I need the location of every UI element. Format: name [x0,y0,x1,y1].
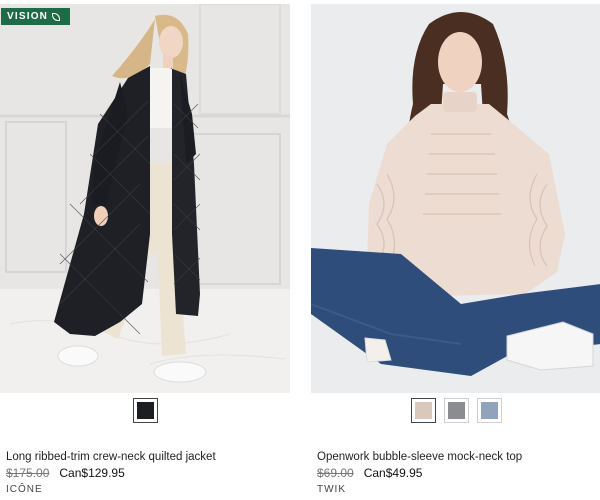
product-prices: $69.00 Can$49.95 [317,466,422,480]
vision-badge-label: VISION [7,11,49,22]
color-swatches [0,398,290,423]
product-image-quilted-jacket[interactable]: VISION [0,4,290,393]
swatch-fill [480,402,498,419]
color-swatch-grey[interactable] [443,398,469,423]
product-name[interactable]: Long ribbed-trim crew-neck quilted jacke… [6,451,216,463]
leaf-icon [52,12,61,21]
product-name[interactable]: Openwork bubble-sleeve mock-neck top [317,451,522,463]
color-swatch-black[interactable] [132,398,158,423]
original-price: $69.00 [317,466,354,480]
product-prices: $175.00 Can$129.95 [6,466,125,480]
product-brand[interactable]: ICÔNE [6,484,43,495]
color-swatch-blue[interactable] [476,398,502,423]
product-card-quilted-jacket[interactable]: VISION Long ribbed-trim crew-neck quilte… [0,0,290,500]
sale-price: Can$129.95 [59,466,125,480]
product-image-openwork-top[interactable] [311,4,600,393]
sale-price: Can$49.95 [363,466,423,480]
product-card-openwork-top[interactable]: Openwork bubble-sleeve mock-neck top $69… [311,0,600,500]
swatch-fill [447,402,465,419]
swatch-fill [136,402,154,419]
swatch-fill [414,402,432,419]
original-price: $175.00 [6,466,50,480]
color-swatches [311,398,600,423]
product-brand[interactable]: TWIK [317,484,346,495]
color-swatch-beige[interactable] [410,398,436,423]
vision-badge: VISION [1,8,70,25]
